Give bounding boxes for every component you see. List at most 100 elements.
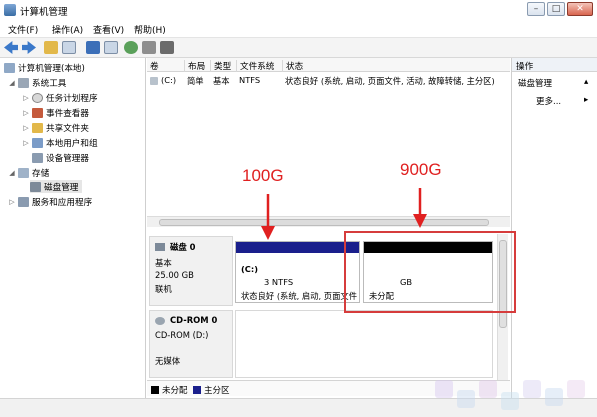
tree-item-event-viewer[interactable]: ▷ 事件查看器 <box>22 106 89 119</box>
column-volume[interactable]: 卷 <box>147 60 185 72</box>
cdrom-icon <box>155 317 165 325</box>
users-icon <box>32 137 43 148</box>
legend-label: 未分配 <box>162 386 188 396</box>
volume-filesystem: NTFS <box>239 75 261 85</box>
tools-icon <box>18 77 29 88</box>
volume-layout: 简单 <box>187 76 204 86</box>
action-more[interactable]: 更多... <box>536 95 561 107</box>
legend-unallocated: 未分配 <box>151 384 188 396</box>
column-status[interactable]: 状态 <box>283 60 510 72</box>
maximize-button[interactable]: □ <box>547 2 565 16</box>
collapse-arrow-icon[interactable]: ▴ <box>584 77 588 87</box>
tree-label: 设备管理器 <box>46 153 89 164</box>
tree-item-task-scheduler[interactable]: ▷ 任务计划程序 <box>22 91 98 104</box>
disk-icon <box>30 181 41 192</box>
menu-help[interactable]: 帮助(H) <box>134 23 166 36</box>
back-arrow-icon[interactable] <box>4 41 18 54</box>
primary-swatch <box>193 386 201 394</box>
cdrom-name: CD-ROM 0 <box>170 315 218 325</box>
collapse-arrow-icon[interactable]: ◢ <box>8 79 16 87</box>
minimize-button[interactable]: – <box>527 2 545 16</box>
window-title: 计算机管理 <box>20 7 68 18</box>
column-type[interactable]: 类型 <box>211 60 237 72</box>
partition-size: 3 NTFS <box>264 277 294 287</box>
navigation-tree: 计算机管理(本地) ◢ 系统工具 ▷ 任务计划程序 ▷ 事件查看器 ▷ 共享文件… <box>0 58 146 398</box>
menu-view[interactable]: 查看(V) <box>93 23 124 36</box>
tree-item-device-manager[interactable]: 设备管理器 <box>22 151 89 164</box>
tree-label: 事件查看器 <box>46 108 89 119</box>
menu-file[interactable]: 文件(F) <box>8 23 38 36</box>
horizontal-scrollbar[interactable] <box>147 216 510 227</box>
expand-arrow-icon[interactable]: ▷ <box>22 94 30 102</box>
event-viewer-icon <box>32 107 43 118</box>
forward-arrow-icon[interactable] <box>22 41 36 54</box>
partition-status: 状态良好 (系统, 启动, 页面文件 <box>241 291 357 301</box>
tree-item-services[interactable]: ▷ 服务和应用程序 <box>8 195 92 208</box>
disk-management-pane: 卷 布局 类型 文件系统 状态 (C:) 简单 基本 NTFS 状态良好 (系统… <box>147 58 510 398</box>
title-bar: 计算机管理 – □ ✕ <box>0 0 597 20</box>
volume-name: (C:) <box>161 75 177 85</box>
actions-header: 操作 <box>512 58 597 72</box>
storage-icon <box>18 167 29 178</box>
shared-folder-icon <box>32 122 43 133</box>
arrow-900g-icon <box>413 188 427 228</box>
show-action-pane-icon[interactable] <box>104 41 118 54</box>
column-layout[interactable]: 布局 <box>185 60 211 72</box>
submenu-arrow-icon[interactable]: ▸ <box>584 95 588 105</box>
volume-type: 基本 <box>213 76 230 86</box>
toolbar <box>0 38 597 58</box>
tree-item-system-tools[interactable]: ◢ 系统工具 <box>8 76 66 89</box>
menu-action[interactable]: 操作(A) <box>52 23 83 36</box>
watermark <box>435 380 595 416</box>
tree-item-shared-folders[interactable]: ▷ 共享文件夹 <box>22 121 89 134</box>
clock-icon <box>32 92 43 103</box>
cdrom-0-info[interactable]: CD-ROM 0 CD-ROM (D:) 无媒体 <box>149 310 233 378</box>
disk-type: 基本 <box>155 258 172 268</box>
legend-label: 主分区 <box>204 386 230 396</box>
close-button[interactable]: ✕ <box>567 2 593 16</box>
menu-bar: 文件(F) 操作(A) 查看(V) 帮助(H) <box>0 20 597 38</box>
tree-root-label: 计算机管理(本地) <box>18 63 85 74</box>
expand-arrow-icon[interactable]: ▷ <box>22 124 30 132</box>
show-tree-icon[interactable] <box>62 41 76 54</box>
up-folder-icon[interactable] <box>44 41 58 54</box>
refresh-icon[interactable] <box>124 41 138 54</box>
tree-root[interactable]: 计算机管理(本地) <box>4 61 85 74</box>
column-filesystem[interactable]: 文件系统 <box>237 60 283 72</box>
tree-label: 服务和应用程序 <box>32 197 93 208</box>
scrollbar-thumb[interactable] <box>159 219 489 226</box>
computer-management-icon <box>4 4 16 16</box>
collapse-arrow-icon[interactable]: ◢ <box>8 169 16 177</box>
tree-label: 本地用户和组 <box>46 138 98 149</box>
cdrom-drive: CD-ROM (D:) <box>155 330 209 340</box>
properties-icon[interactable] <box>142 41 156 54</box>
help-icon[interactable] <box>86 41 100 54</box>
primary-partition-bar <box>236 242 359 253</box>
services-icon <box>18 196 29 207</box>
tree-item-storage[interactable]: ◢ 存储 <box>8 166 49 179</box>
expand-arrow-icon[interactable]: ▷ <box>22 109 30 117</box>
action-section-disk-management[interactable]: 磁盘管理 <box>518 77 552 89</box>
annotation-900g: 900G <box>400 160 442 179</box>
unallocated-swatch <box>151 386 159 394</box>
partition-c[interactable]: (C:) 3 NTFS 状态良好 (系统, 启动, 页面文件 <box>235 241 360 303</box>
table-row[interactable]: (C:) 简单 基本 NTFS 状态良好 (系统, 启动, 页面文件, 活动, … <box>147 73 510 87</box>
tree-label: 系统工具 <box>32 78 67 89</box>
tree-label: 磁盘管理 <box>44 182 79 193</box>
tree-item-disk-management[interactable]: 磁盘管理 <box>30 180 83 193</box>
volume-list-header: 卷 布局 类型 文件系统 状态 <box>147 58 510 72</box>
expand-arrow-icon[interactable]: ▷ <box>8 198 16 206</box>
arrow-100g-icon <box>261 194 275 240</box>
cdrom-area <box>235 310 493 378</box>
disk-0-info[interactable]: 磁盘 0 基本 25.00 GB 联机 <box>149 236 233 306</box>
disk-name: 磁盘 0 <box>170 242 196 252</box>
tree-item-local-users[interactable]: ▷ 本地用户和组 <box>22 136 98 149</box>
disk-settings-icon[interactable] <box>160 41 174 54</box>
partition-label: (C:) <box>241 264 258 274</box>
highlight-box <box>344 231 516 313</box>
tree-label: 共享文件夹 <box>46 123 89 134</box>
disk-size: 25.00 GB <box>155 270 194 280</box>
expand-arrow-icon[interactable]: ▷ <box>22 139 30 147</box>
tree-label: 任务计划程序 <box>46 93 98 104</box>
actions-pane: 操作 磁盘管理 ▴ 更多... ▸ <box>511 58 597 398</box>
